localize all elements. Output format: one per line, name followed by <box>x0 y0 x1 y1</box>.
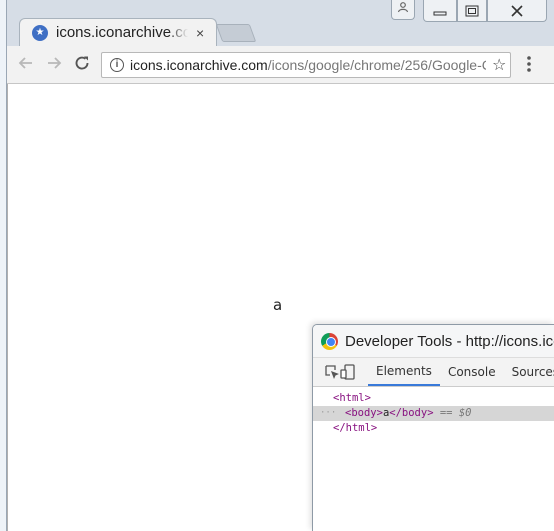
tab-close-icon[interactable]: × <box>196 25 204 41</box>
url-text[interactable]: icons.iconarchive.com/icons/google/chrom… <box>130 57 486 73</box>
devtools-titlebar[interactable]: Developer Tools - http://icons.iconarchi… <box>313 325 554 357</box>
tab-elements[interactable]: Elements <box>368 358 440 386</box>
inspect-cursor-icon <box>325 364 339 379</box>
user-icon[interactable] <box>391 0 415 20</box>
back-arrow-icon <box>18 57 32 69</box>
minimize-icon <box>433 11 447 15</box>
tab-title: icons.iconarchive.com/icons/google/chrom… <box>56 24 188 41</box>
html-close-tag: </html> <box>333 422 378 434</box>
close-window-button[interactable] <box>487 0 547 22</box>
inspect-element-button[interactable] <box>325 358 340 386</box>
devtools-window: Developer Tools - http://icons.iconarchi… <box>312 324 554 531</box>
browser-toolbar: i icons.iconarchive.com/icons/google/chr… <box>7 46 554 84</box>
minimize-button[interactable] <box>423 0 457 22</box>
devtools-toolbar: Elements Console Sources <box>313 357 554 387</box>
favicon-star-icon: ★ <box>32 24 48 41</box>
address-bar[interactable]: i icons.iconarchive.com/icons/google/chr… <box>101 52 511 78</box>
tab-console[interactable]: Console <box>440 358 504 386</box>
window-controls <box>423 0 554 22</box>
menu-icon <box>527 56 531 72</box>
devtools-title: Developer Tools - http://icons.iconarchi… <box>345 332 554 350</box>
dom-node-html-close[interactable]: </html> <box>313 421 554 436</box>
node-ellipsis[interactable]: ··· <box>320 406 336 421</box>
elements-tree: <html> ··· <body>a</body> == $0 </html> <box>313 387 554 436</box>
browser-tab[interactable]: ★ icons.iconarchive.com/icons/google/chr… <box>19 18 217 46</box>
tab-sources[interactable]: Sources <box>504 358 554 386</box>
chrome-logo-icon <box>321 332 338 350</box>
bookmark-star-icon[interactable]: ☆ <box>492 55 506 75</box>
info-icon[interactable]: i <box>110 58 124 72</box>
body-close-tag: </body> <box>389 407 434 419</box>
url-host: icons.iconarchive.com <box>130 57 268 73</box>
forward-arrow-icon <box>48 57 62 69</box>
menu-button[interactable] <box>523 55 535 75</box>
close-icon <box>511 4 523 17</box>
html-open-tag: <html> <box>333 392 371 404</box>
tab-strip: ★ icons.iconarchive.com/icons/google/chr… <box>7 0 554 46</box>
dom-node-body-selected[interactable]: ··· <body>a</body> == $0 <box>313 406 554 421</box>
page-body-text: a <box>273 296 283 314</box>
reload-button[interactable] <box>71 54 93 76</box>
maximize-icon <box>465 5 479 16</box>
device-toolbar-button[interactable] <box>340 358 356 386</box>
maximize-button[interactable] <box>457 0 487 22</box>
body-open-tag: <body> <box>345 407 383 419</box>
new-tab-button[interactable] <box>215 24 257 42</box>
selected-node-marker: == $0 <box>439 407 472 419</box>
url-path: /icons/google/chrome/256/Google-Chrome-i… <box>267 57 486 73</box>
back-button[interactable] <box>15 54 37 76</box>
device-mode-icon <box>340 364 355 380</box>
reload-icon <box>75 56 89 70</box>
dom-node-html-open[interactable]: <html> <box>313 391 554 406</box>
forward-button[interactable] <box>43 54 65 76</box>
